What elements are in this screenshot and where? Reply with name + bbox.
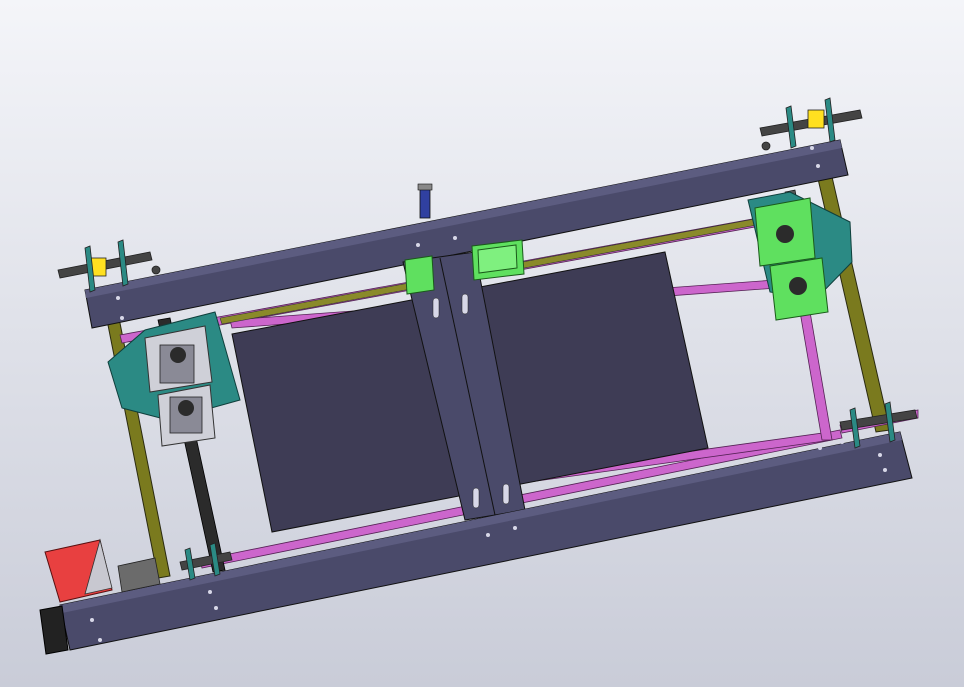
- cad-viewport[interactable]: [0, 0, 964, 687]
- cad-scene[interactable]: [0, 0, 964, 687]
- limit-sensor: [417, 183, 433, 219]
